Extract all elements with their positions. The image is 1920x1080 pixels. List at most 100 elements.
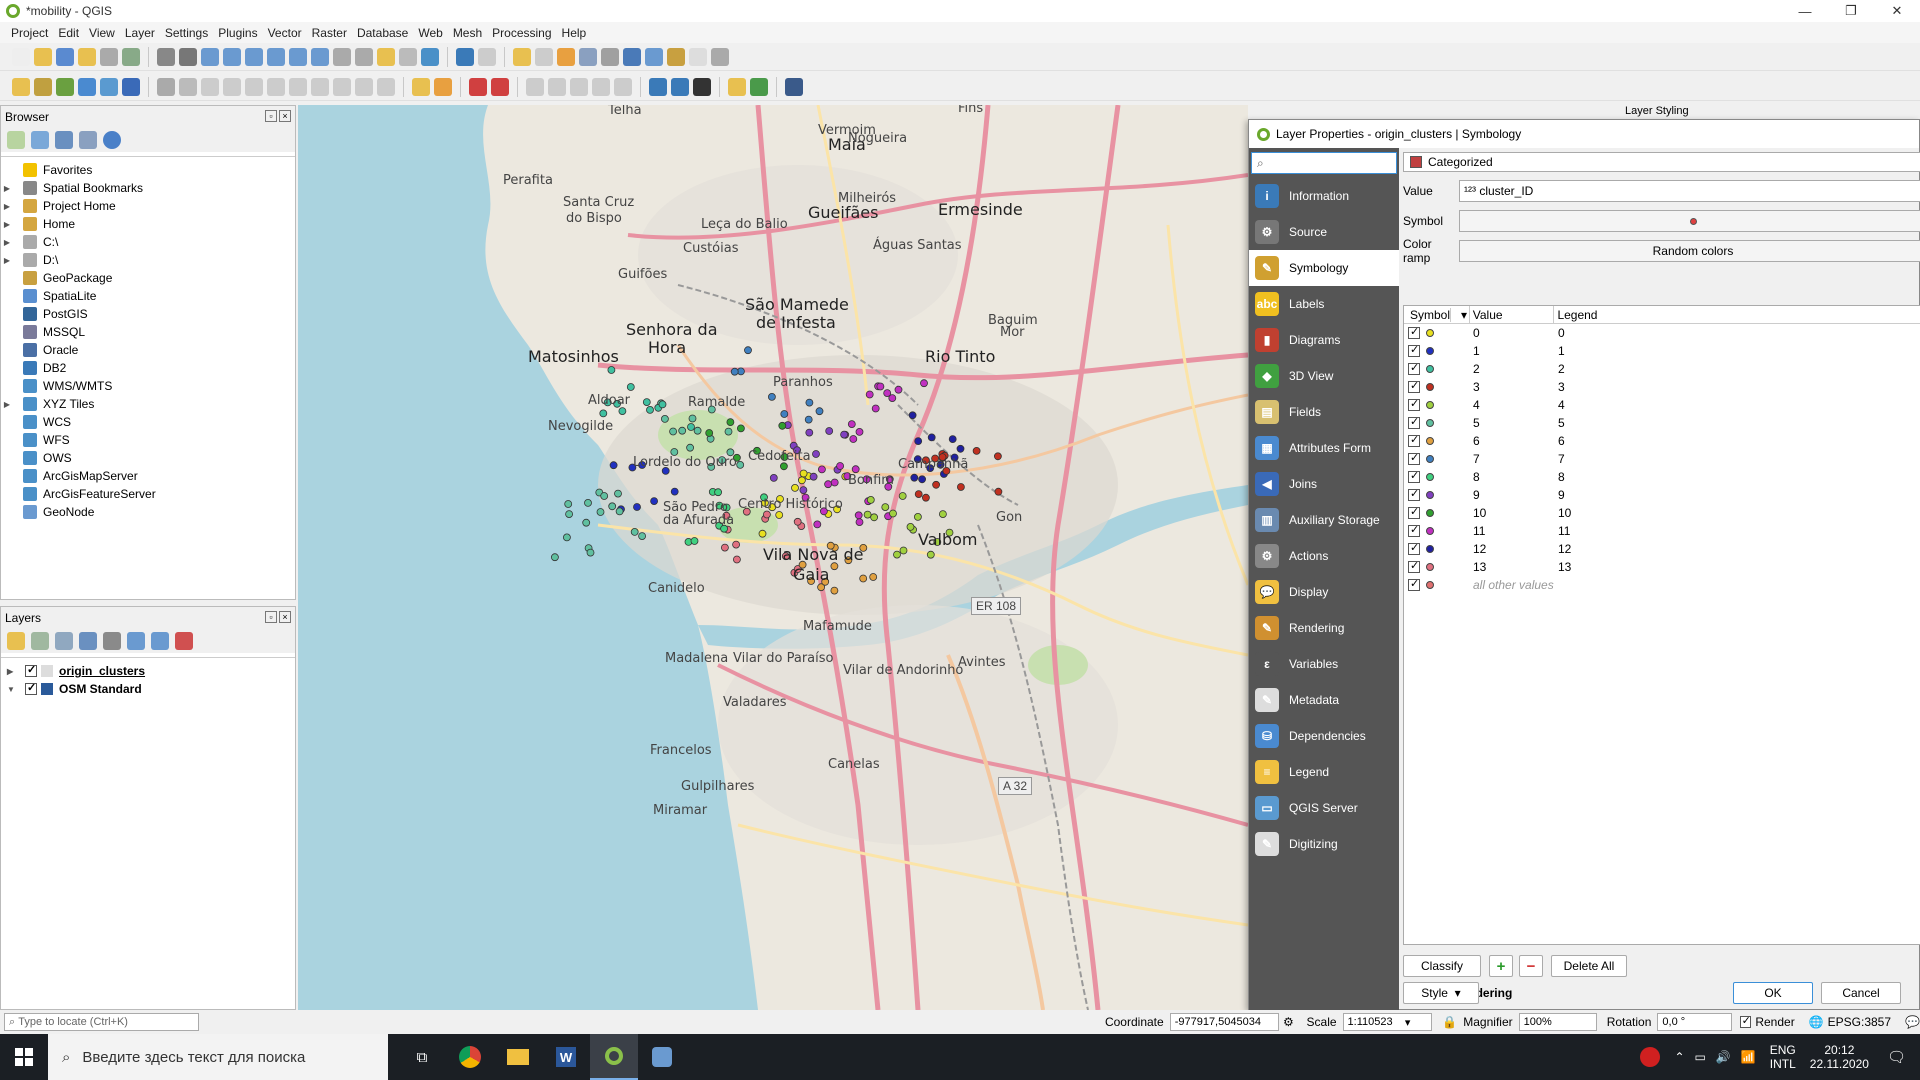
pan-to-selection-icon[interactable]	[179, 47, 197, 66]
toolbar-icon[interactable]	[56, 77, 74, 96]
toolbar-icon[interactable]	[311, 77, 329, 96]
toolbar-icon[interactable]	[34, 77, 52, 96]
category-row[interactable]: 1111	[1404, 522, 1920, 540]
toolbar-icon[interactable]	[434, 77, 452, 96]
browser-item-home[interactable]: ▶ Home	[1, 215, 295, 233]
properties-search-input[interactable]: ⌕	[1251, 152, 1397, 174]
layout-manager-icon[interactable]	[122, 47, 140, 66]
menu-raster[interactable]: Raster	[307, 26, 352, 40]
toolbar-icon[interactable]	[377, 77, 395, 96]
category-value[interactable]: 2	[1470, 362, 1555, 376]
category-checkbox[interactable]	[1408, 559, 1420, 573]
browser-item-wfs[interactable]: WFS	[1, 431, 295, 449]
add-selected-icon[interactable]	[7, 131, 25, 149]
antivirus-icon[interactable]	[1640, 1047, 1661, 1067]
expand-arrow-icon[interactable]: ▼	[7, 685, 19, 694]
symbol-button[interactable]	[1459, 210, 1920, 232]
close-panel-button[interactable]: ×	[279, 611, 291, 623]
category-row[interactable]: 00	[1404, 324, 1920, 342]
nav-source[interactable]: ⚙ Source	[1249, 214, 1399, 250]
header-symbol[interactable]: Symbol ▾	[1404, 306, 1470, 323]
toolbar-icon[interactable]	[289, 77, 307, 96]
category-row[interactable]: 77	[1404, 450, 1920, 468]
menu-mesh[interactable]: Mesh	[448, 26, 487, 40]
render-checkbox[interactable]	[1739, 1014, 1752, 1028]
task-view-button[interactable]: ⧉	[398, 1034, 446, 1080]
category-row[interactable]: 22	[1404, 360, 1920, 378]
taskbar-word[interactable]: W	[542, 1034, 590, 1080]
nav-joins[interactable]: ◀ Joins	[1249, 466, 1399, 502]
toolbar-icon[interactable]	[333, 77, 351, 96]
new-project-icon[interactable]	[12, 47, 30, 66]
nav-qgis-server[interactable]: ▭ QGIS Server	[1249, 790, 1399, 826]
open-project-icon[interactable]	[34, 47, 52, 66]
messages-icon[interactable]: 💬	[1905, 1015, 1920, 1029]
nav-legend[interactable]: ≡ Legend	[1249, 754, 1399, 790]
toolbar-icon[interactable]	[122, 77, 140, 96]
zoom-full-icon[interactable]	[245, 47, 263, 66]
category-checkbox[interactable]	[1408, 505, 1420, 519]
category-checkbox[interactable]	[1408, 433, 1420, 447]
cancel-button[interactable]: Cancel	[1821, 982, 1901, 1004]
map-canvas[interactable]: Maia Ermesinde São Mamede de Infesta Senhora…	[298, 105, 1248, 1010]
toolbar-icon[interactable]	[157, 77, 175, 96]
category-value[interactable]: 7	[1470, 452, 1555, 466]
measure-icon[interactable]	[645, 47, 663, 66]
category-legend[interactable]: 10	[1555, 506, 1571, 520]
nav-rendering[interactable]: ✎ Rendering	[1249, 610, 1399, 646]
category-value[interactable]: 1	[1470, 344, 1555, 358]
toolbar-icon[interactable]	[201, 77, 219, 96]
toolbar-icon[interactable]	[491, 77, 509, 96]
style-manager-icon[interactable]	[7, 632, 25, 650]
category-legend[interactable]: 6	[1555, 434, 1565, 448]
toolbar-icon[interactable]	[785, 77, 803, 96]
category-symbol[interactable]	[1426, 419, 1434, 427]
nav-auxiliary-storage[interactable]: ▥ Auxiliary Storage	[1249, 502, 1399, 538]
category-checkbox[interactable]	[1408, 541, 1420, 555]
text-annotation-icon[interactable]	[711, 47, 729, 66]
category-legend[interactable]: 9	[1555, 488, 1565, 502]
menu-project[interactable]: Project	[6, 26, 53, 40]
classify-button[interactable]: Classify	[1403, 955, 1481, 977]
header-value[interactable]: Value	[1470, 306, 1555, 323]
toolbar-icon[interactable]	[570, 77, 588, 96]
toolbar-icon[interactable]	[750, 77, 768, 96]
category-symbol[interactable]	[1426, 563, 1434, 571]
statistics-icon[interactable]	[623, 47, 641, 66]
info-icon[interactable]	[103, 131, 121, 149]
category-checkbox[interactable]	[1408, 361, 1420, 375]
toolbar-icon[interactable]	[548, 77, 566, 96]
category-legend[interactable]: 4	[1555, 398, 1565, 412]
nav-dependencies[interactable]: ⛁ Dependencies	[1249, 718, 1399, 754]
nav-labels[interactable]: abc Labels	[1249, 286, 1399, 322]
actions-icon[interactable]	[478, 47, 496, 66]
zoom-out-icon[interactable]	[223, 47, 241, 66]
remove-category-button[interactable]: −	[1519, 955, 1543, 977]
zoom-native-icon[interactable]	[311, 47, 329, 66]
browser-item-oracle[interactable]: Oracle	[1, 341, 295, 359]
browser-item-mssql[interactable]: MSSQL	[1, 323, 295, 341]
browser-item-spatial-bookmarks[interactable]: ▶ Spatial Bookmarks	[1, 179, 295, 197]
collapse-all-icon[interactable]	[151, 632, 169, 650]
category-checkbox[interactable]	[1408, 577, 1420, 591]
toolbar-icon[interactable]	[649, 77, 667, 96]
toolbar-icon[interactable]	[245, 77, 263, 96]
category-legend[interactable]: 12	[1555, 542, 1571, 556]
category-checkbox[interactable]	[1408, 451, 1420, 465]
nav-fields[interactable]: ▤ Fields	[1249, 394, 1399, 430]
category-symbol[interactable]	[1426, 437, 1434, 445]
notifications-icon[interactable]: 🗨	[1887, 1048, 1906, 1066]
manage-themes-icon[interactable]	[55, 632, 73, 650]
category-symbol[interactable]	[1426, 329, 1434, 337]
toolbar-icon[interactable]	[355, 77, 373, 96]
refresh-icon[interactable]	[31, 131, 49, 149]
save-as-icon[interactable]	[78, 47, 96, 66]
toolbar-icon[interactable]	[223, 77, 241, 96]
attribute-table-icon[interactable]	[579, 47, 597, 66]
expand-arrow-icon[interactable]: ▶	[7, 667, 19, 676]
category-symbol[interactable]	[1426, 473, 1434, 481]
filter-expression-icon[interactable]	[103, 632, 121, 650]
browser-item-spatialite[interactable]: SpatiaLite	[1, 287, 295, 305]
nav-metadata[interactable]: ✎ Metadata	[1249, 682, 1399, 718]
extents-toggle-icon[interactable]: ⚙	[1283, 1015, 1299, 1029]
